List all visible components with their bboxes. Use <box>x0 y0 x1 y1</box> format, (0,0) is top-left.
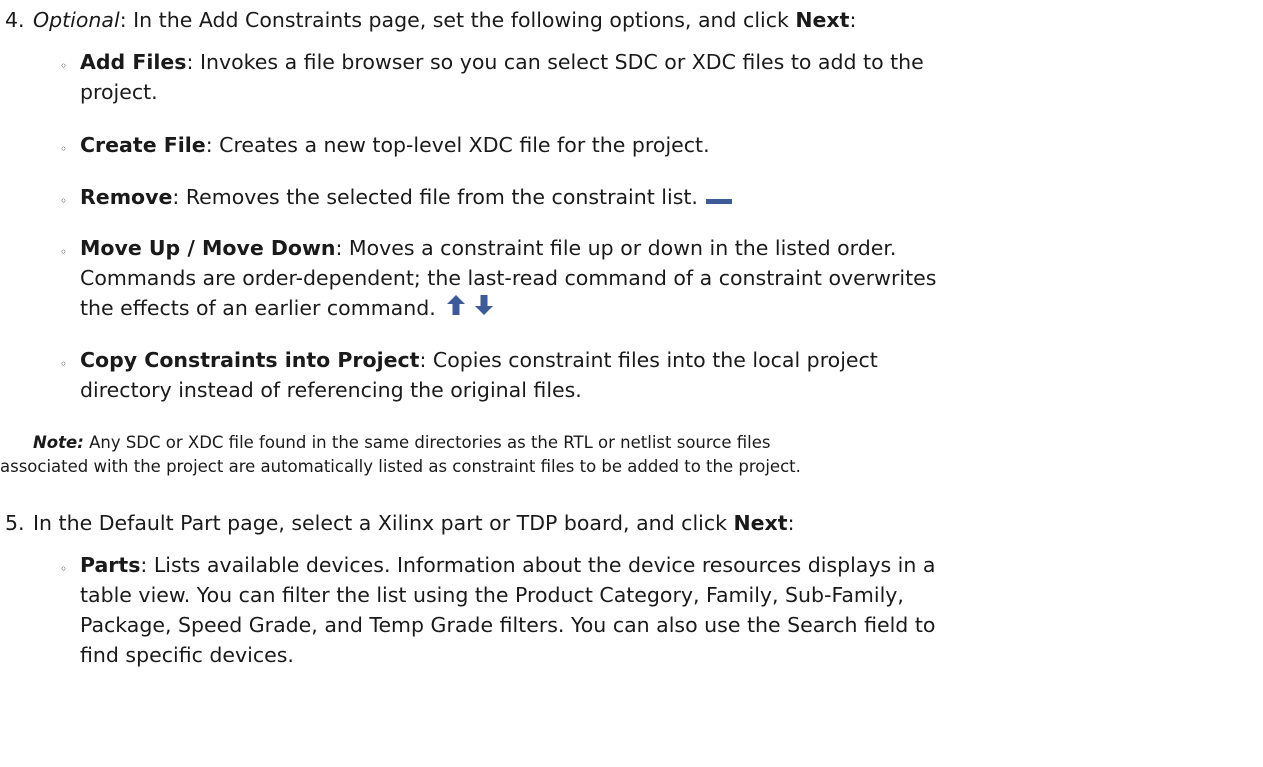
option-description-cont: find specific devices. <box>80 643 294 667</box>
note-label: Note: <box>33 433 84 452</box>
option-description: : Lists available devices. Information a… <box>140 553 936 577</box>
bullet-marker: ◦ <box>60 142 68 156</box>
arrow-down-icon <box>474 294 494 324</box>
documentation-page: 4. Optional: In the Add Constraints page… <box>0 0 1263 767</box>
note-text-cont: associated with the project are automati… <box>0 457 801 476</box>
step-number: 5. <box>5 511 25 535</box>
list-item-body: Create File: Creates a new top-level XDC… <box>80 130 710 160</box>
list-item-body: Copy Constraints into Project: Copies co… <box>80 345 878 405</box>
note-line: Note: Any SDC or XDC file found in the s… <box>33 431 801 455</box>
option-description-cont: directory instead of referencing the ori… <box>80 378 582 402</box>
next-label: Next <box>733 511 788 535</box>
bullet-marker: ◦ <box>60 194 68 208</box>
option-description-cont: Commands are order-dependent; the last-r… <box>80 266 937 290</box>
list-item-line: Package, Speed Grade, and Temp Grade fil… <box>80 610 935 640</box>
step-text-end: : <box>849 8 857 32</box>
list-item-body: Remove: Removes the selected file from t… <box>80 182 732 212</box>
list-item-line: Commands are order-dependent; the last-r… <box>80 263 936 293</box>
option-title: Parts <box>80 553 141 577</box>
next-label: Next <box>795 8 850 32</box>
option-title: Move Up / Move Down <box>80 236 336 260</box>
list-item-line: Add Files: Invokes a file browser so you… <box>80 47 924 77</box>
option-title: Remove <box>80 185 173 209</box>
step-number: 4. <box>5 8 25 32</box>
option-description: : Removes the selected file from the con… <box>172 185 698 209</box>
list-item-line: Remove: Removes the selected file from t… <box>80 182 732 212</box>
step-text-end: : <box>787 511 795 535</box>
option-title: Add Files <box>80 50 187 74</box>
list-item-line: Parts: Lists available devices. Informat… <box>80 550 935 580</box>
optional-label: Optional <box>33 8 120 32</box>
note-text: Any SDC or XDC file found in the same di… <box>83 433 771 452</box>
option-description-cont: Package, Speed Grade, and Temp Grade fil… <box>80 613 936 637</box>
step-text-part: In the Default Part page, select a Xilin… <box>33 511 734 535</box>
list-item-line: the effects of an earlier command. <box>80 293 936 323</box>
step-text: Optional: In the Add Constraints page, s… <box>33 5 856 35</box>
step-text-part: : In the Add Constraints page, set the f… <box>119 8 796 32</box>
list-item-body: Add Files: Invokes a file browser so you… <box>80 47 924 107</box>
list-item-line: find specific devices. <box>80 640 935 670</box>
list-item-line: Create File: Creates a new top-level XDC… <box>80 130 710 160</box>
step-text: In the Default Part page, select a Xilin… <box>33 508 795 538</box>
option-description-cont: table view. You can filter the list usin… <box>80 583 904 607</box>
option-title: Create File <box>80 133 206 157</box>
option-title: Copy Constraints into Project <box>80 348 420 372</box>
list-item-line: table view. You can filter the list usin… <box>80 580 935 610</box>
option-description: : Copies constraint files into the local… <box>419 348 878 372</box>
note-block: Note: Any SDC or XDC file found in the s… <box>0 431 801 479</box>
option-description-cont: project. <box>80 80 158 104</box>
note-line: associated with the project are automati… <box>0 455 801 479</box>
arrow-up-icon <box>446 294 466 324</box>
option-description: : Moves a constraint file up or down in … <box>335 236 897 260</box>
option-description-cont: the effects of an earlier command. <box>80 296 436 320</box>
option-description: : Invokes a file browser so you can sele… <box>186 50 924 74</box>
remove-icon <box>705 183 732 213</box>
list-item-line: directory instead of referencing the ori… <box>80 375 878 405</box>
bullet-marker: ◦ <box>60 357 68 371</box>
bullet-marker: ◦ <box>60 562 68 576</box>
bullet-marker: ◦ <box>60 245 68 259</box>
list-item-body: Parts: Lists available devices. Informat… <box>80 550 935 670</box>
option-description: : Creates a new top-level XDC file for t… <box>205 133 710 157</box>
list-item-line: project. <box>80 77 924 107</box>
list-item-line: Move Up / Move Down: Moves a constraint … <box>80 233 936 263</box>
list-item-body: Move Up / Move Down: Moves a constraint … <box>80 233 936 323</box>
list-item-line: Copy Constraints into Project: Copies co… <box>80 345 878 375</box>
bullet-marker: ◦ <box>60 59 68 73</box>
